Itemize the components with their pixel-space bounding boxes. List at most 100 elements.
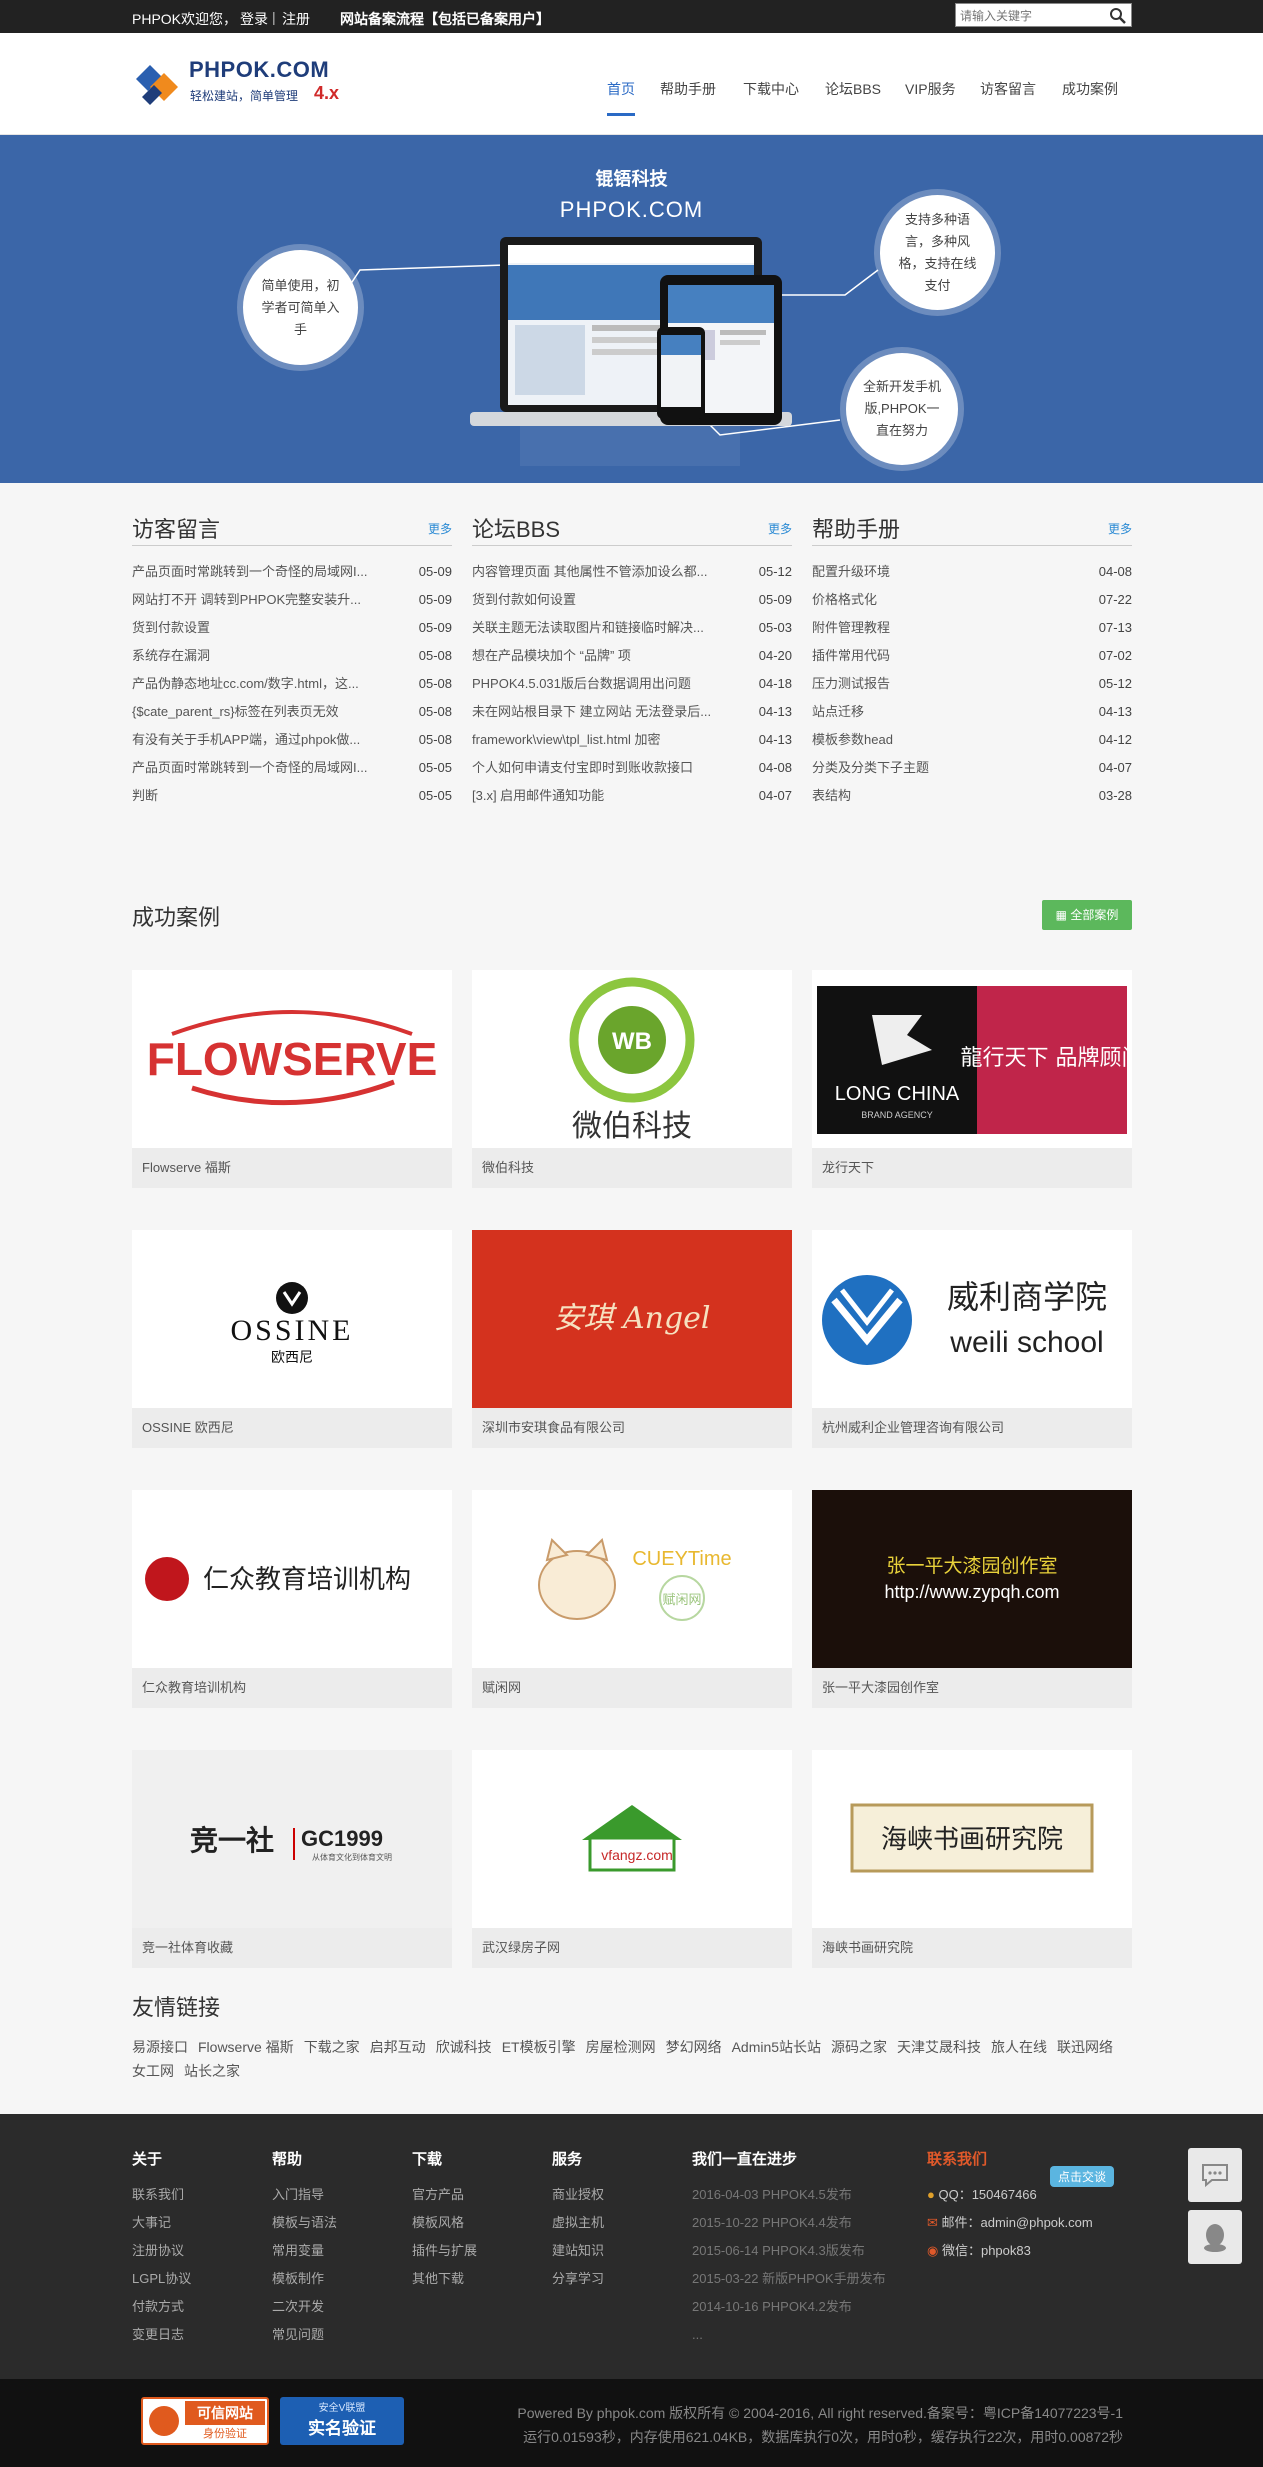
register-link[interactable]: 注册 [282,9,310,29]
case-card[interactable]: 安琪 Angel 深圳市安琪食品有限公司 [472,1230,792,1450]
nav-cases[interactable]: 成功案例 [1062,79,1118,99]
help-more-link[interactable]: 更多 [1108,520,1132,537]
footer-about-link[interactable]: 联系我们 [132,2181,191,2209]
footer-service-link[interactable]: 商业授权 [552,2181,604,2209]
list-item[interactable]: PHPOK4.5.031版后台数据调用出问题 04-18 [472,670,792,698]
list-item[interactable]: 模板参数head 04-12 [812,726,1132,754]
friend-link[interactable]: 下载之家 [304,2035,360,2059]
footer-service-link[interactable]: 建站知识 [552,2237,604,2265]
realname-badge[interactable]: 安全V联盟 实名验证 [280,2397,404,2445]
friend-link[interactable]: 欣诚科技 [436,2035,492,2059]
list-item[interactable]: 货到付款设置 05-09 [132,614,452,642]
case-card[interactable]: OSSINE 欧西尼 OSSINE 欧西尼 [132,1230,452,1450]
login-link[interactable]: 登录 [240,9,268,29]
footer-service-link[interactable]: 分享学习 [552,2265,604,2293]
site-logo[interactable]: PHPOK.COM 轻松建站，简单管理 4.x [132,55,362,115]
footer-help-link[interactable]: 常见问题 [272,2321,337,2349]
footer-help-link[interactable]: 模板制作 [272,2265,337,2293]
footer-about-link[interactable]: 付款方式 [132,2293,191,2321]
footer-help-link[interactable]: 模板与语法 [272,2209,337,2237]
footer-about-link[interactable]: LGPL协议 [132,2265,191,2293]
list-item[interactable]: 关联主题无法读取图片和链接临时解决... 05-03 [472,614,792,642]
footer-help-link[interactable]: 入门指导 [272,2181,337,2209]
list-item[interactable]: 价格格式化 07-22 [812,586,1132,614]
friend-link[interactable]: 天津艾晟科技 [897,2035,981,2059]
list-item[interactable]: 站点迁移 04-13 [812,698,1132,726]
list-item[interactable]: 想在产品模块加个 “品牌” 项 04-20 [472,642,792,670]
friend-link[interactable]: 女工网 [132,2059,174,2083]
footer-help-link[interactable]: 常用变量 [272,2237,337,2265]
footer-help-link[interactable]: 二次开发 [272,2293,337,2321]
friend-link[interactable]: 启邦互动 [370,2035,426,2059]
nav-guestbook[interactable]: 访客留言 [980,79,1036,99]
list-item[interactable]: 货到付款如何设置 05-09 [472,586,792,614]
list-item[interactable]: 产品伪静态地址cc.com/数字.html，这... 05-08 [132,670,452,698]
friend-link[interactable]: 易源接口 [132,2035,188,2059]
nav-download[interactable]: 下载中心 [743,79,799,99]
list-item[interactable]: 压力测试报告 05-12 [812,670,1132,698]
case-card[interactable]: 仁众教育培训机构 仁众教育培训机构 [132,1490,452,1710]
case-card[interactable]: LONG CHINA BRAND AGENCY 龍行天下 品牌顾问 龙行天下 [812,970,1132,1190]
list-item[interactable]: 判断 05-05 [132,782,452,810]
friend-link[interactable]: Admin5站长站 [732,2035,821,2059]
case-card[interactable]: 竞一社 GC1999 从体育文化到体育文明 竞一社体育收藏 [132,1750,452,1970]
case-card[interactable]: 张一平大漆园创作室 http://www.zypqh.com 张一平大漆园创作室 [812,1490,1132,1710]
footer-progress-link[interactable]: 2015-03-22 新版PHPOK手册发布 [692,2265,886,2293]
chat-badge[interactable]: 点击交谈 [1050,2166,1115,2187]
list-item[interactable]: 未在网站根目录下 建立网站 无法登录后... 04-13 [472,698,792,726]
nav-help[interactable]: 帮助手册 [660,79,716,99]
list-item[interactable]: 分类及分类下子主题 04-07 [812,754,1132,782]
list-item[interactable]: 内容管理页面 其他属性不管添加设么都... 05-12 [472,558,792,586]
friend-link[interactable]: 梦幻网络 [666,2035,722,2059]
friend-link[interactable]: 房屋检测网 [586,2035,656,2059]
trusted-site-badge[interactable]: 可信网站 身份验证 [141,2397,269,2445]
footer-progress-link[interactable]: 2014-10-16 PHPOK4.2发布 [692,2293,886,2321]
case-card[interactable]: vfangz.com 武汉绿房子网 [472,1750,792,1970]
list-item[interactable]: 网站打不开 调转到PHPOK完整安装升... 05-09 [132,586,452,614]
case-card[interactable]: WB 微伯科技 微伯科技 [472,970,792,1190]
list-item[interactable]: 附件管理教程 07-13 [812,614,1132,642]
footer-progress-link[interactable]: 2015-10-22 PHPOK4.4发布 [692,2209,886,2237]
friend-link[interactable]: 源码之家 [831,2035,887,2059]
contact-email[interactable]: ✉ 邮件：admin@phpok.com [927,2209,1093,2237]
list-item[interactable]: [3.x] 启用邮件通知功能 04-07 [472,782,792,810]
list-item[interactable]: 配置升级环境 04-08 [812,558,1132,586]
guestbook-more-link[interactable]: 更多 [428,520,452,537]
footer-progress-link[interactable]: 2016-04-03 PHPOK4.5发布 [692,2181,886,2209]
nav-bbs[interactable]: 论坛BBS [825,79,881,99]
nav-vip[interactable]: VIP服务 [905,79,956,99]
case-card[interactable]: CUEYTime 赋闲网 赋闲网 [472,1490,792,1710]
friend-link[interactable]: 联迅网络 [1057,2035,1113,2059]
footer-download-link[interactable]: 其他下载 [412,2265,477,2293]
list-item[interactable]: {$cate_parent_rs}标签在列表页无效 05-08 [132,698,452,726]
case-card[interactable]: 威利商学院 weili school 杭州威利企业管理咨询有限公司 [812,1230,1132,1450]
message-float-button[interactable] [1188,2148,1242,2202]
list-item[interactable]: 表结构 03-28 [812,782,1132,810]
footer-about-link[interactable]: 变更日志 [132,2321,191,2349]
list-item[interactable]: 产品页面时常跳转到一个奇怪的局域网I... 05-09 [132,558,452,586]
search-input[interactable] [960,7,1105,24]
footer-about-link[interactable]: 注册协议 [132,2237,191,2265]
list-item[interactable]: 系统存在漏洞 05-08 [132,642,452,670]
beian-link[interactable]: 网站备案流程【包括已备案用户】 [340,9,550,29]
bbs-more-link[interactable]: 更多 [768,520,792,537]
list-item[interactable]: 产品页面时常跳转到一个奇怪的局域网I... 05-05 [132,754,452,782]
nav-home[interactable]: 首页 [607,79,635,116]
friend-link[interactable]: Flowserve 福斯 [198,2035,294,2059]
case-card[interactable]: 海峡书画研究院 海峡书画研究院 [812,1750,1132,1970]
footer-progress-link[interactable]: 2015-06-14 PHPOK4.3版发布 [692,2237,886,2265]
footer-about-link[interactable]: 大事记 [132,2209,191,2237]
footer-progress-link[interactable]: ... [692,2321,886,2349]
friend-link[interactable]: ET模板引擎 [502,2035,576,2059]
friend-link[interactable]: 站长之家 [184,2059,240,2083]
footer-download-link[interactable]: 官方产品 [412,2181,477,2209]
case-card[interactable]: FLOWSERVE Flowserve 福斯 [132,970,452,1190]
list-item[interactable]: framework\view\tpl_list.html 加密 04-13 [472,726,792,754]
all-cases-button[interactable]: ▦ 全部案例 [1042,900,1132,930]
footer-download-link[interactable]: 插件与扩展 [412,2237,477,2265]
footer-service-link[interactable]: 虚拟主机 [552,2209,604,2237]
friend-link[interactable]: 旅人在线 [991,2035,1047,2059]
search-icon[interactable] [1109,7,1127,25]
list-item[interactable]: 个人如何申请支付宝即时到账收款接口 04-08 [472,754,792,782]
footer-download-link[interactable]: 模板风格 [412,2209,477,2237]
